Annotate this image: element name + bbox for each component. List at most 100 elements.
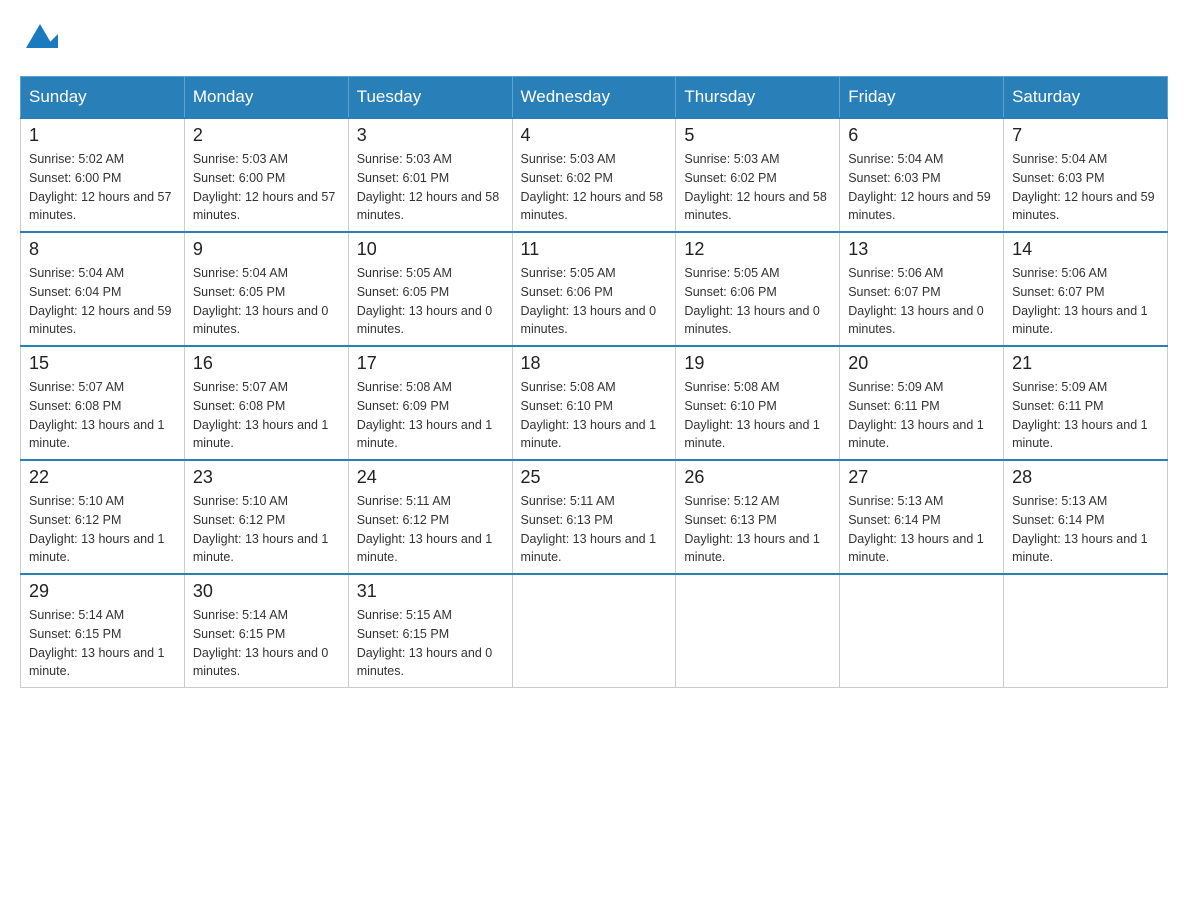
calendar-day-header: Wednesday [512, 77, 676, 119]
calendar-day-cell: 13 Sunrise: 5:06 AMSunset: 6:07 PMDaylig… [840, 232, 1004, 346]
day-info: Sunrise: 5:07 AMSunset: 6:08 PMDaylight:… [29, 378, 176, 453]
day-number: 28 [1012, 467, 1159, 488]
day-info: Sunrise: 5:09 AMSunset: 6:11 PMDaylight:… [1012, 378, 1159, 453]
day-info: Sunrise: 5:03 AMSunset: 6:00 PMDaylight:… [193, 150, 340, 225]
day-number: 27 [848, 467, 995, 488]
day-number: 11 [521, 239, 668, 260]
day-info: Sunrise: 5:12 AMSunset: 6:13 PMDaylight:… [684, 492, 831, 567]
calendar-day-header: Tuesday [348, 77, 512, 119]
calendar-day-cell: 8 Sunrise: 5:04 AMSunset: 6:04 PMDayligh… [21, 232, 185, 346]
day-number: 22 [29, 467, 176, 488]
day-info: Sunrise: 5:13 AMSunset: 6:14 PMDaylight:… [1012, 492, 1159, 567]
day-number: 26 [684, 467, 831, 488]
day-number: 12 [684, 239, 831, 260]
calendar-day-cell: 26 Sunrise: 5:12 AMSunset: 6:13 PMDaylig… [676, 460, 840, 574]
calendar-day-header: Thursday [676, 77, 840, 119]
calendar-day-cell: 16 Sunrise: 5:07 AMSunset: 6:08 PMDaylig… [184, 346, 348, 460]
day-info: Sunrise: 5:14 AMSunset: 6:15 PMDaylight:… [29, 606, 176, 681]
calendar-table: SundayMondayTuesdayWednesdayThursdayFrid… [20, 76, 1168, 688]
day-number: 23 [193, 467, 340, 488]
day-info: Sunrise: 5:06 AMSunset: 6:07 PMDaylight:… [1012, 264, 1159, 339]
day-info: Sunrise: 5:04 AMSunset: 6:03 PMDaylight:… [848, 150, 995, 225]
day-number: 2 [193, 125, 340, 146]
day-info: Sunrise: 5:04 AMSunset: 6:03 PMDaylight:… [1012, 150, 1159, 225]
day-info: Sunrise: 5:05 AMSunset: 6:06 PMDaylight:… [684, 264, 831, 339]
calendar-day-cell [840, 574, 1004, 688]
logo-icon [22, 20, 58, 56]
calendar-day-cell: 10 Sunrise: 5:05 AMSunset: 6:05 PMDaylig… [348, 232, 512, 346]
day-number: 14 [1012, 239, 1159, 260]
calendar-day-cell: 21 Sunrise: 5:09 AMSunset: 6:11 PMDaylig… [1004, 346, 1168, 460]
calendar-day-cell [1004, 574, 1168, 688]
calendar-day-cell: 19 Sunrise: 5:08 AMSunset: 6:10 PMDaylig… [676, 346, 840, 460]
calendar-header-row: SundayMondayTuesdayWednesdayThursdayFrid… [21, 77, 1168, 119]
day-info: Sunrise: 5:03 AMSunset: 6:01 PMDaylight:… [357, 150, 504, 225]
calendar-day-cell: 24 Sunrise: 5:11 AMSunset: 6:12 PMDaylig… [348, 460, 512, 574]
calendar-week-row: 15 Sunrise: 5:07 AMSunset: 6:08 PMDaylig… [21, 346, 1168, 460]
day-number: 4 [521, 125, 668, 146]
calendar-day-cell: 30 Sunrise: 5:14 AMSunset: 6:15 PMDaylig… [184, 574, 348, 688]
day-number: 18 [521, 353, 668, 374]
day-number: 8 [29, 239, 176, 260]
day-number: 25 [521, 467, 668, 488]
day-info: Sunrise: 5:03 AMSunset: 6:02 PMDaylight:… [684, 150, 831, 225]
calendar-day-cell: 6 Sunrise: 5:04 AMSunset: 6:03 PMDayligh… [840, 118, 1004, 232]
calendar-day-cell: 18 Sunrise: 5:08 AMSunset: 6:10 PMDaylig… [512, 346, 676, 460]
calendar-day-header: Sunday [21, 77, 185, 119]
calendar-day-header: Saturday [1004, 77, 1168, 119]
day-info: Sunrise: 5:06 AMSunset: 6:07 PMDaylight:… [848, 264, 995, 339]
day-info: Sunrise: 5:07 AMSunset: 6:08 PMDaylight:… [193, 378, 340, 453]
day-number: 19 [684, 353, 831, 374]
calendar-day-cell: 11 Sunrise: 5:05 AMSunset: 6:06 PMDaylig… [512, 232, 676, 346]
day-info: Sunrise: 5:05 AMSunset: 6:05 PMDaylight:… [357, 264, 504, 339]
day-info: Sunrise: 5:10 AMSunset: 6:12 PMDaylight:… [29, 492, 176, 567]
calendar-day-cell: 3 Sunrise: 5:03 AMSunset: 6:01 PMDayligh… [348, 118, 512, 232]
day-number: 17 [357, 353, 504, 374]
calendar-day-cell: 22 Sunrise: 5:10 AMSunset: 6:12 PMDaylig… [21, 460, 185, 574]
day-number: 20 [848, 353, 995, 374]
day-number: 31 [357, 581, 504, 602]
day-info: Sunrise: 5:10 AMSunset: 6:12 PMDaylight:… [193, 492, 340, 567]
day-number: 3 [357, 125, 504, 146]
calendar-day-cell: 23 Sunrise: 5:10 AMSunset: 6:12 PMDaylig… [184, 460, 348, 574]
day-number: 1 [29, 125, 176, 146]
calendar-week-row: 1 Sunrise: 5:02 AMSunset: 6:00 PMDayligh… [21, 118, 1168, 232]
day-info: Sunrise: 5:02 AMSunset: 6:00 PMDaylight:… [29, 150, 176, 225]
day-number: 9 [193, 239, 340, 260]
calendar-day-cell: 31 Sunrise: 5:15 AMSunset: 6:15 PMDaylig… [348, 574, 512, 688]
day-info: Sunrise: 5:08 AMSunset: 6:09 PMDaylight:… [357, 378, 504, 453]
day-number: 30 [193, 581, 340, 602]
calendar-week-row: 8 Sunrise: 5:04 AMSunset: 6:04 PMDayligh… [21, 232, 1168, 346]
day-info: Sunrise: 5:14 AMSunset: 6:15 PMDaylight:… [193, 606, 340, 681]
logo [20, 20, 60, 56]
day-info: Sunrise: 5:03 AMSunset: 6:02 PMDaylight:… [521, 150, 668, 225]
day-number: 10 [357, 239, 504, 260]
day-info: Sunrise: 5:08 AMSunset: 6:10 PMDaylight:… [521, 378, 668, 453]
day-info: Sunrise: 5:09 AMSunset: 6:11 PMDaylight:… [848, 378, 995, 453]
calendar-day-cell: 1 Sunrise: 5:02 AMSunset: 6:00 PMDayligh… [21, 118, 185, 232]
calendar-day-cell [676, 574, 840, 688]
calendar-day-cell: 9 Sunrise: 5:04 AMSunset: 6:05 PMDayligh… [184, 232, 348, 346]
calendar-day-cell: 7 Sunrise: 5:04 AMSunset: 6:03 PMDayligh… [1004, 118, 1168, 232]
calendar-day-cell [512, 574, 676, 688]
calendar-day-cell: 15 Sunrise: 5:07 AMSunset: 6:08 PMDaylig… [21, 346, 185, 460]
day-number: 21 [1012, 353, 1159, 374]
calendar-day-cell: 28 Sunrise: 5:13 AMSunset: 6:14 PMDaylig… [1004, 460, 1168, 574]
calendar-day-cell: 5 Sunrise: 5:03 AMSunset: 6:02 PMDayligh… [676, 118, 840, 232]
day-number: 13 [848, 239, 995, 260]
day-number: 15 [29, 353, 176, 374]
calendar-day-cell: 12 Sunrise: 5:05 AMSunset: 6:06 PMDaylig… [676, 232, 840, 346]
calendar-week-row: 22 Sunrise: 5:10 AMSunset: 6:12 PMDaylig… [21, 460, 1168, 574]
day-info: Sunrise: 5:08 AMSunset: 6:10 PMDaylight:… [684, 378, 831, 453]
day-info: Sunrise: 5:15 AMSunset: 6:15 PMDaylight:… [357, 606, 504, 681]
day-info: Sunrise: 5:05 AMSunset: 6:06 PMDaylight:… [521, 264, 668, 339]
calendar-day-cell: 27 Sunrise: 5:13 AMSunset: 6:14 PMDaylig… [840, 460, 1004, 574]
day-number: 24 [357, 467, 504, 488]
day-info: Sunrise: 5:11 AMSunset: 6:13 PMDaylight:… [521, 492, 668, 567]
calendar-day-cell: 2 Sunrise: 5:03 AMSunset: 6:00 PMDayligh… [184, 118, 348, 232]
calendar-day-header: Monday [184, 77, 348, 119]
calendar-day-cell: 20 Sunrise: 5:09 AMSunset: 6:11 PMDaylig… [840, 346, 1004, 460]
day-number: 5 [684, 125, 831, 146]
calendar-day-cell: 14 Sunrise: 5:06 AMSunset: 6:07 PMDaylig… [1004, 232, 1168, 346]
calendar-day-cell: 25 Sunrise: 5:11 AMSunset: 6:13 PMDaylig… [512, 460, 676, 574]
